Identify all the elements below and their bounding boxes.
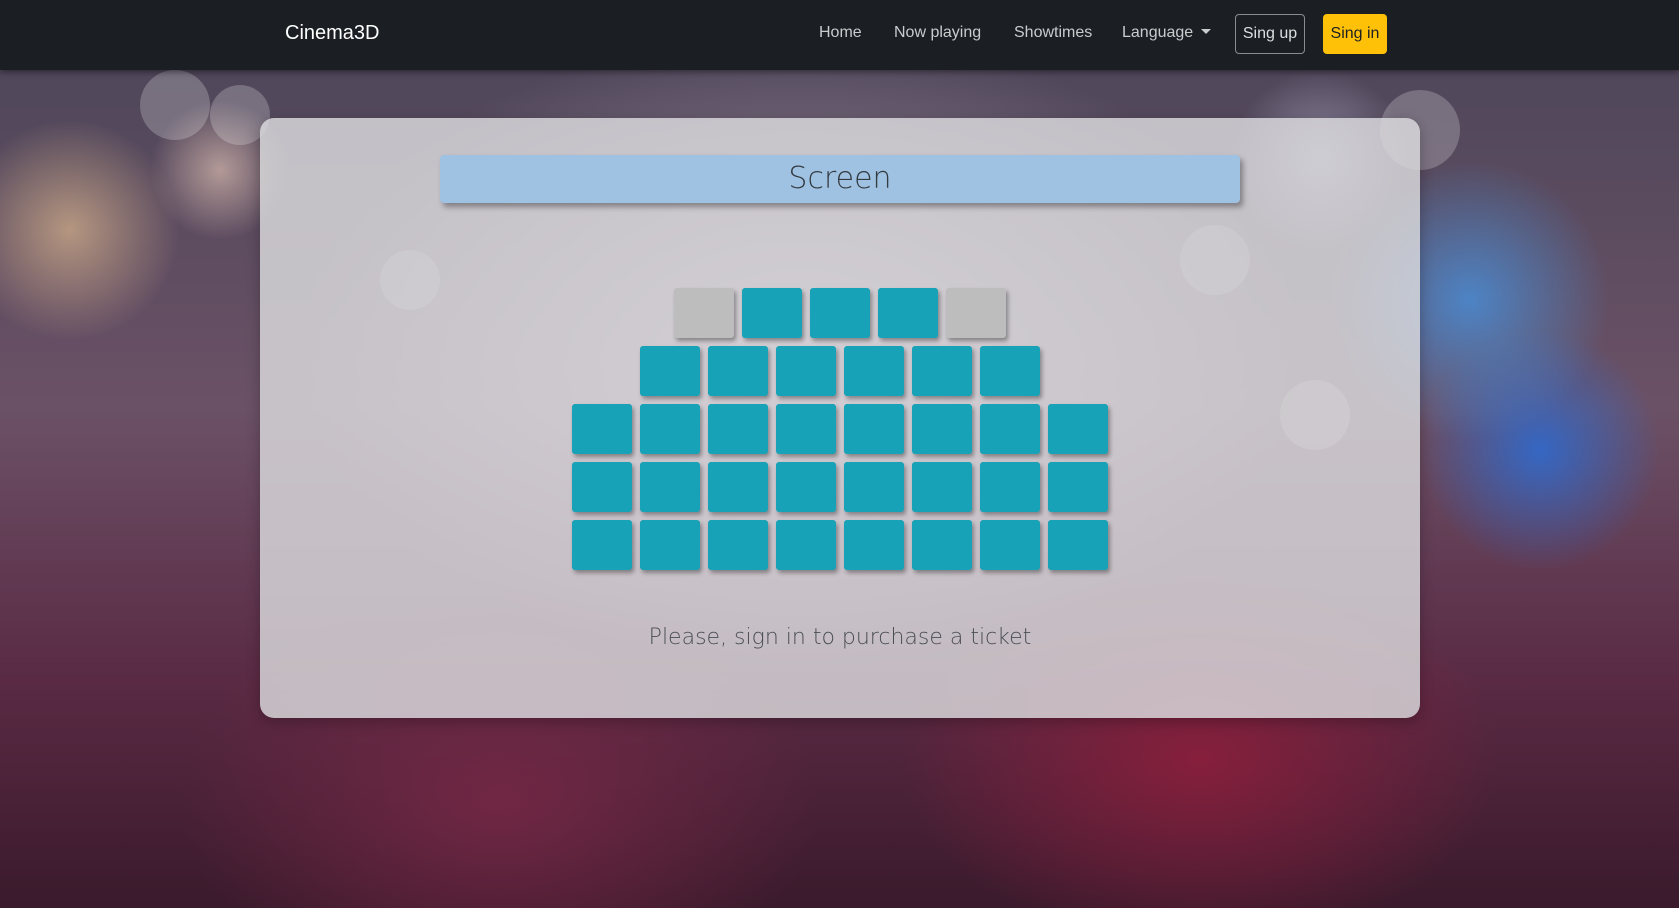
seat-free[interactable] (640, 404, 700, 454)
seat-free[interactable] (640, 346, 700, 396)
seat-free[interactable] (980, 346, 1040, 396)
seat-taken (946, 288, 1006, 338)
sign-in-message: Please, sign in to purchase a ticket (648, 625, 1032, 650)
signup-button[interactable]: Sing up (1235, 14, 1305, 54)
seat-free[interactable] (912, 520, 972, 570)
seat-free[interactable] (912, 404, 972, 454)
seat-selection-card: Screen Please, sign in to purchase a tic… (260, 118, 1420, 718)
seat-free[interactable] (912, 346, 972, 396)
seat-free[interactable] (1048, 404, 1108, 454)
caret-down-icon (1201, 29, 1212, 34)
nav-link-now-playing[interactable]: Now playing (894, 24, 981, 42)
seat-free[interactable] (708, 404, 768, 454)
seat-free[interactable] (776, 462, 836, 512)
seat-free[interactable] (810, 288, 870, 338)
nav-link-home[interactable]: Home (819, 24, 862, 42)
seat-free[interactable] (878, 288, 938, 338)
seat-row-3 (572, 404, 1108, 454)
seat-free[interactable] (980, 462, 1040, 512)
seat-free[interactable] (844, 404, 904, 454)
seat-free[interactable] (980, 520, 1040, 570)
seat-free[interactable] (708, 462, 768, 512)
seat-free[interactable] (912, 462, 972, 512)
bokeh-light (140, 70, 210, 140)
language-label: Language (1122, 24, 1194, 41)
seat-free[interactable] (776, 404, 836, 454)
seat-free[interactable] (640, 462, 700, 512)
seat-free[interactable] (1048, 520, 1108, 570)
seat-free[interactable] (844, 520, 904, 570)
seat-free[interactable] (980, 404, 1040, 454)
seat-free[interactable] (776, 520, 836, 570)
seat-row-4 (572, 462, 1108, 512)
language-dropdown[interactable]: Language (1122, 24, 1212, 42)
nav-link-showtimes[interactable]: Showtimes (1014, 24, 1092, 42)
seat-free[interactable] (776, 346, 836, 396)
seat-free[interactable] (572, 404, 632, 454)
seat-taken (674, 288, 734, 338)
seat-free[interactable] (742, 288, 802, 338)
top-navbar: Cinema3D Home Now playing Showtimes Lang… (0, 0, 1679, 70)
seat-free[interactable] (844, 346, 904, 396)
seat-free[interactable] (708, 520, 768, 570)
seat-free[interactable] (1048, 462, 1108, 512)
seat-free[interactable] (572, 462, 632, 512)
seat-row-5 (572, 520, 1108, 570)
seat-row-2 (640, 346, 1040, 396)
seat-free[interactable] (708, 346, 768, 396)
seat-row-1 (674, 288, 1006, 338)
brand-logo[interactable]: Cinema3D (285, 22, 379, 45)
signin-button[interactable]: Sing in (1323, 14, 1387, 54)
cinema-screen: Screen (440, 155, 1240, 203)
seat-free[interactable] (844, 462, 904, 512)
seat-free[interactable] (640, 520, 700, 570)
seat-free[interactable] (572, 520, 632, 570)
